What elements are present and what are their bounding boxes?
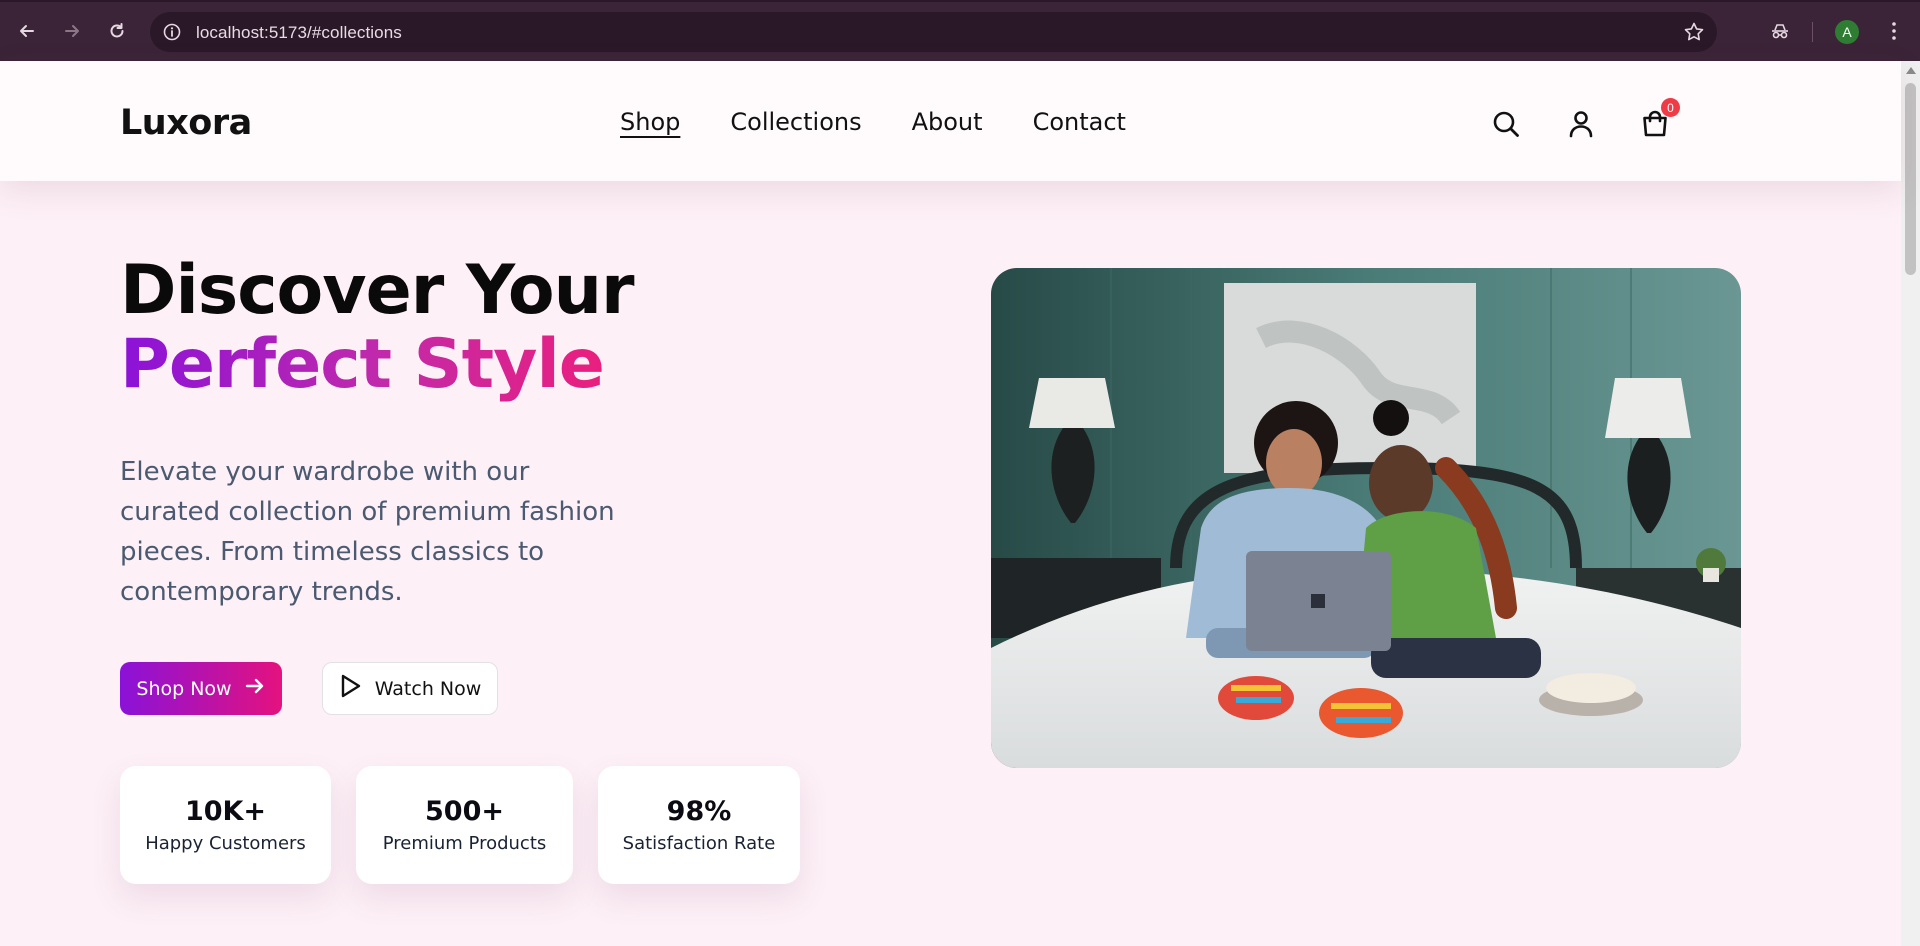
star-icon[interactable]	[1683, 21, 1705, 43]
info-icon[interactable]	[162, 22, 182, 42]
stat-value: 98%	[666, 796, 732, 827]
page-scrollbar[interactable]	[1901, 61, 1920, 946]
nav-link-collections[interactable]: Collections	[730, 108, 861, 136]
reload-icon[interactable]	[102, 16, 132, 46]
stat-label: Premium Products	[382, 833, 547, 854]
site-header: Luxora Shop Collections About Contact 0	[0, 61, 1901, 181]
hero-title-line2: Perfect Style	[120, 325, 605, 404]
hero-title-line1: Discover Your	[120, 251, 635, 330]
hero-image	[991, 268, 1741, 768]
site-logo[interactable]: Luxora	[120, 103, 252, 143]
hero-photo-illustration	[991, 268, 1741, 768]
hero-title: Discover Your Perfect Style	[120, 251, 635, 404]
stat-value: 10K+	[184, 796, 267, 827]
search-icon[interactable]	[1489, 107, 1523, 141]
nav-link-shop[interactable]: Shop	[620, 108, 680, 136]
watch-now-label: Watch Now	[374, 677, 482, 700]
stat-label: Happy Customers	[145, 833, 306, 854]
back-icon[interactable]	[12, 16, 42, 46]
arrow-right-icon	[244, 675, 266, 702]
stat-card-satisfaction: 98% Satisfaction Rate	[598, 766, 800, 884]
tab-strip-edge	[0, 0, 1920, 2]
forward-icon[interactable]	[57, 16, 87, 46]
incognito-icon[interactable]	[1767, 18, 1793, 44]
nav-link-contact[interactable]: Contact	[1033, 108, 1126, 136]
scroll-up-arrow-icon[interactable]	[1906, 67, 1916, 74]
shop-now-label: Shop Now	[136, 677, 232, 700]
stat-card-customers: 10K+ Happy Customers	[120, 766, 331, 884]
scrollbar-thumb[interactable]	[1905, 83, 1916, 275]
profile-avatar[interactable]: A	[1835, 20, 1859, 44]
nav-link-about[interactable]: About	[912, 108, 983, 136]
play-icon	[339, 673, 363, 704]
stat-value: 500+	[425, 796, 504, 827]
toolbar-divider	[1812, 22, 1813, 42]
shop-now-button[interactable]: Shop Now	[120, 662, 282, 715]
stat-card-products: 500+ Premium Products	[356, 766, 573, 884]
stat-label: Satisfaction Rate	[622, 833, 776, 854]
watch-now-button[interactable]: Watch Now	[322, 662, 498, 715]
address-bar[interactable]: localhost:5173/#collections	[150, 12, 1717, 52]
main-nav: Shop Collections About Contact	[620, 108, 1126, 136]
browser-toolbar: localhost:5173/#collections A	[0, 0, 1920, 61]
hero-subtitle: Elevate your wardrobe with our curated c…	[120, 457, 615, 607]
user-icon[interactable]	[1564, 107, 1598, 141]
url-text[interactable]: localhost:5173/#collections	[196, 23, 402, 43]
menu-kebab-icon[interactable]	[1881, 18, 1907, 44]
cart-count-badge: 0	[1661, 98, 1680, 117]
